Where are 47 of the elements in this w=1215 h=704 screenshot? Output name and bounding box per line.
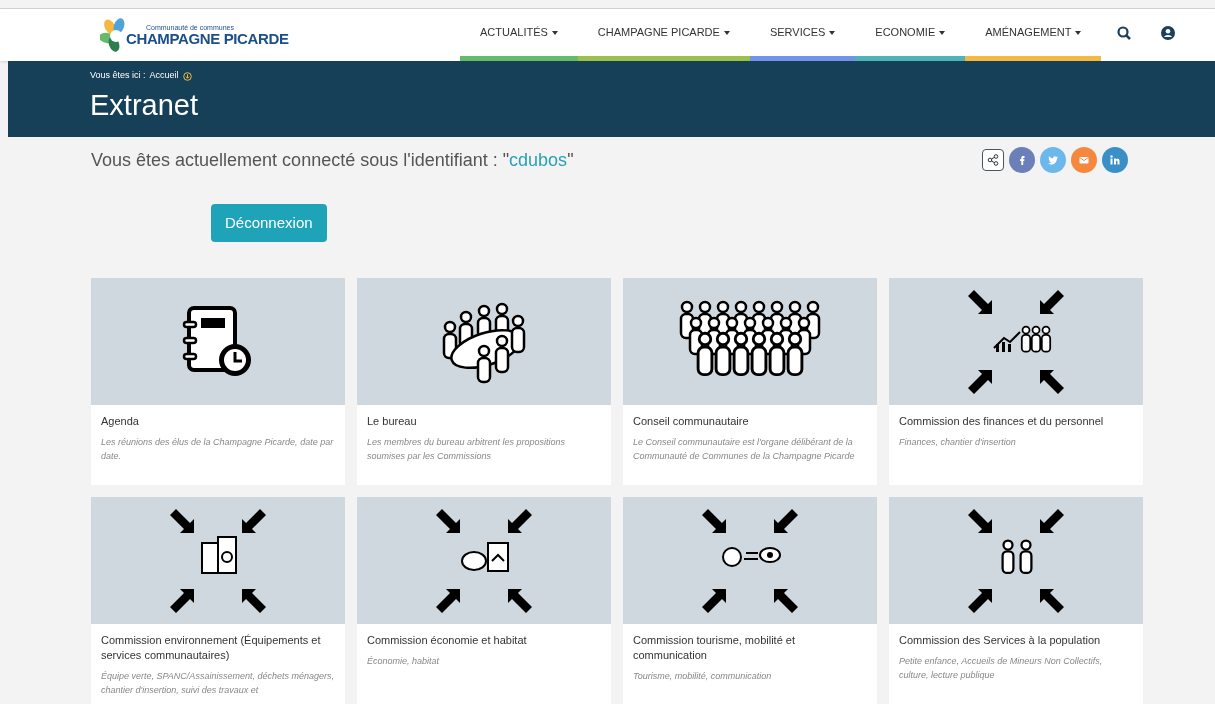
card-title: Commission des Services à la population (899, 633, 1102, 648)
card-description: Économie, habitat (367, 655, 441, 668)
card-description: Finances, chantier d'insertion (899, 436, 1017, 449)
caret-icon (939, 30, 946, 35)
card-description: Les réunions des élus de la Champagne Picarde, date par date. (101, 436, 335, 463)
commission-card[interactable]: Commission tourisme, mobilité et communication Tourisme, mobilité, communication (623, 497, 877, 704)
card-description: Les membres du bureau arbitrent les propositions soumises par les Commissions (367, 436, 567, 463)
card-title: Conseil communautaire (633, 414, 750, 429)
caret-icon (829, 30, 836, 35)
card-title: Commission économie et habitat (367, 633, 528, 648)
twitter-icon[interactable] (1040, 147, 1066, 173)
linkedin-icon[interactable] (1102, 147, 1128, 173)
card-description: Petite enfance, Accueils de Mineurs Non Collectifs, culture, lecture publique (899, 655, 1104, 682)
card-title: Agenda (101, 414, 140, 429)
nav-menu-item[interactable]: CHAMPAGNE PICARDE (577, 8, 750, 57)
nav-menu-item[interactable]: AMÉNAGEMENT (965, 8, 1102, 57)
commission-card[interactable]: Commission des Services à la population Petite enfance, Accueils de Mineurs Non Collectifs, culture, lecture publique (889, 497, 1143, 704)
search-icon[interactable] (1117, 25, 1132, 40)
circle-arrow-icon (182, 71, 192, 81)
nav-menu-item[interactable]: ECONOMIE (855, 8, 966, 57)
card-description: Le Conseil communautaire est l'organe délibérant de la Communauté de Communes de la Champagne Picarde (633, 436, 856, 463)
commission-card[interactable]: Agenda Les réunions des élus de la Champagne Picarde, date par date. (91, 278, 345, 485)
nav-menu-item[interactable]: ACTUALITÉS (460, 8, 578, 57)
card-description: Équipe verte, SPANC/Assainissement, déchets ménagers, chantier d'insertion, suivi des travaux et (101, 670, 335, 697)
card-description: Tourisme, mobilité, communication (633, 670, 773, 683)
caret-icon (723, 30, 730, 35)
connection-message: Vous êtes actuellement connecté sous l'identifiant : "cdubos" (91, 148, 574, 172)
user-account-icon[interactable] (1161, 25, 1176, 40)
breadcrumb-link[interactable]: Accueil (149, 69, 179, 83)
commission-card[interactable]: Le bureau Les membres du bureau arbitrent les propositions soumises par les Commissions (357, 278, 611, 485)
commission-card[interactable]: Commission environnement (Équipements et services communautaires) Équipe verte, SPANC/Assainissement, déchets ménagers, chantier d'insertion, suivi des travaux et (91, 497, 345, 704)
caret-icon (1075, 30, 1082, 35)
card-title: Commission environnement (Équipements et services communautaires) (101, 633, 322, 663)
page-title: Extranet (90, 90, 199, 120)
commission-card[interactable]: Commission des finances et du personnel Finances, chantier d'insertion (889, 278, 1143, 485)
card-title: Commission tourisme, mobilité et communication (633, 633, 796, 663)
nav-menu-item[interactable]: SERVICES (749, 8, 856, 57)
card-title: Commission des finances et du personnel (899, 414, 1105, 429)
caret-icon (551, 30, 558, 35)
facebook-icon[interactable] (1009, 147, 1035, 173)
commission-card[interactable]: Commission économie et habitat Économie, habitat (357, 497, 611, 704)
logo-name: CHAMPAGNE PICARDE (126, 31, 289, 47)
breadcrumb-label: Vous êtes ici : (90, 69, 146, 83)
email-icon[interactable] (1071, 147, 1097, 173)
share-icon[interactable] (982, 149, 1004, 171)
card-title: Le bureau (367, 414, 418, 429)
commission-card[interactable]: Conseil communautaire Le Conseil communautaire est l'organe délibérant de la Communauté de Communes de la Champagne Picarde (623, 278, 877, 485)
